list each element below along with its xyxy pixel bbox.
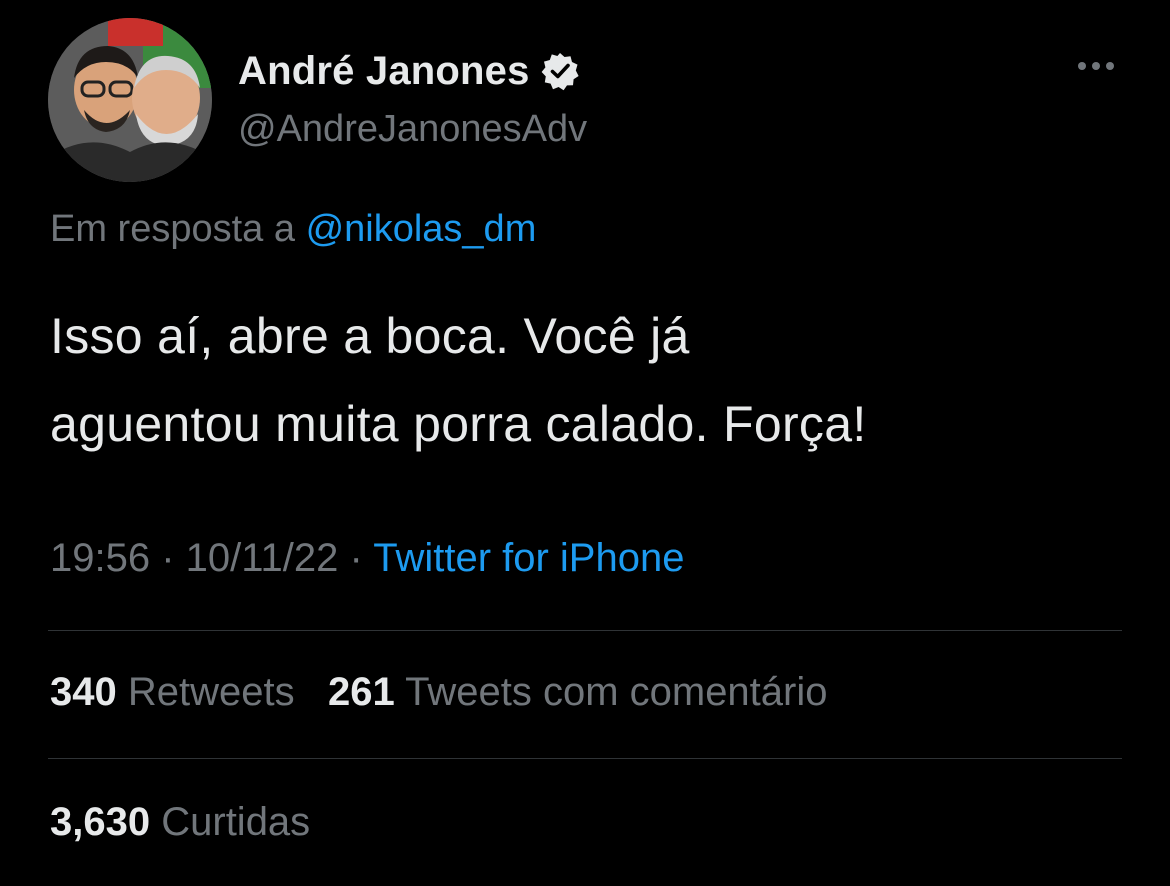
author-name-row[interactable]: André Janones <box>238 44 580 98</box>
reply-context: Em resposta a @nikolas_dm <box>50 208 536 251</box>
likes-stats-row: 3,630 Curtidas <box>50 800 310 845</box>
more-horizontal-icon[interactable] <box>1074 54 1118 78</box>
tweet-meta: 19:56 · 10/11/22 · Twitter for iPhone <box>50 536 684 581</box>
tweet-text: Isso aí, abre a boca. Você já aguentou m… <box>50 292 1140 468</box>
retweets-count: 340 <box>50 670 117 714</box>
avatar-photo <box>48 18 212 182</box>
quote-tweets-stat[interactable]: 261 Tweets com comentário <box>328 670 828 714</box>
author-handle[interactable]: @AndreJanonesAdv <box>238 108 587 151</box>
likes-stat[interactable]: 3,630 Curtidas <box>50 800 310 844</box>
retweet-stats-row: 340 Retweets 261 Tweets com comentário <box>50 670 828 715</box>
verified-badge-icon <box>540 51 580 91</box>
retweets-stat[interactable]: 340 Retweets <box>50 670 295 714</box>
reply-prefix: Em resposta a <box>50 208 306 250</box>
tweet-text-line-1: Isso aí, abre a boca. Você já <box>50 308 690 364</box>
quote-tweets-label: Tweets com comentário <box>405 670 828 714</box>
author-display-name[interactable]: André Janones <box>238 49 530 94</box>
tweet-date[interactable]: 10/11/22 <box>186 536 339 580</box>
likes-count: 3,630 <box>50 800 151 844</box>
divider <box>48 758 1122 759</box>
tweet-source-link[interactable]: Twitter for iPhone <box>373 536 684 580</box>
reply-mention-link[interactable]: @nikolas_dm <box>306 208 537 250</box>
retweets-label: Retweets <box>127 670 295 714</box>
quote-tweets-count: 261 <box>327 670 395 714</box>
meta-separator: · <box>150 536 186 580</box>
tweet-text-line-2: aguentou muita porra calado. Força! <box>50 396 867 452</box>
avatar[interactable] <box>48 18 212 182</box>
divider <box>48 630 1122 631</box>
likes-label: Curtidas <box>161 800 311 844</box>
meta-separator: · <box>338 536 374 580</box>
tweet-time[interactable]: 19:56 <box>50 536 150 580</box>
